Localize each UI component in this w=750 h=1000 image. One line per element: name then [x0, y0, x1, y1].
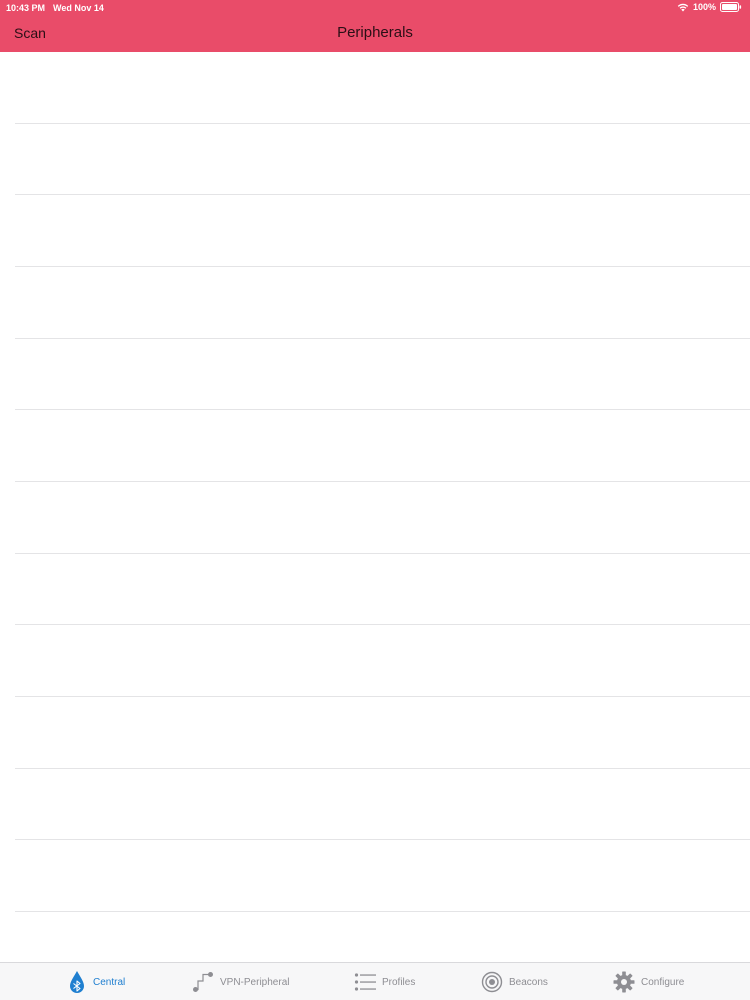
tab-vpn-peripheral[interactable]: VPN-Peripheral [192, 970, 289, 994]
row-separator [15, 911, 750, 912]
navigation-header: 10:43 PM Wed Nov 14 100% Scan Peripheral… [0, 0, 750, 52]
tab-label: Profiles [382, 976, 416, 988]
list-item[interactable] [0, 52, 750, 124]
tab-bar: Central VPN-Peripheral Profiles Beacons … [0, 962, 750, 1000]
peripheral-icon [192, 971, 214, 993]
tab-label: Configure [641, 976, 685, 988]
status-time: 10:43 PM [6, 3, 46, 13]
list-item[interactable] [0, 482, 750, 554]
bluetooth-drop-icon [67, 970, 87, 994]
tab-central[interactable]: Central [67, 970, 125, 994]
list-item[interactable] [0, 697, 750, 769]
gear-icon [613, 971, 635, 993]
status-indicators: 100% [677, 2, 742, 12]
list-icon [354, 972, 376, 992]
peripherals-list[interactable] [0, 52, 750, 962]
tab-profiles[interactable]: Profiles [354, 970, 415, 994]
tab-configure[interactable]: Configure [613, 970, 684, 994]
beacon-icon [481, 971, 503, 993]
list-item[interactable] [0, 553, 750, 625]
page-title: Peripherals [337, 24, 413, 41]
battery-icon [720, 2, 742, 12]
tab-label: VPN-Peripheral [220, 976, 290, 988]
tab-label: Beacons [509, 976, 548, 988]
status-bar: 10:43 PM Wed Nov 14 100% [0, 0, 750, 16]
list-item[interactable] [0, 768, 750, 840]
tab-label: Central [93, 976, 126, 988]
list-item[interactable] [0, 840, 750, 912]
battery-percent: 100% [692, 2, 716, 12]
list-item[interactable] [0, 625, 750, 697]
status-date: Wed Nov 14 [53, 3, 104, 13]
list-item[interactable] [0, 338, 750, 410]
nav-bar: Scan Peripherals [0, 16, 750, 52]
list-item[interactable] [0, 410, 750, 482]
wifi-icon [677, 2, 689, 12]
app-screen: 10:43 PM Wed Nov 14 100% Scan Peripheral… [0, 0, 750, 1000]
list-item[interactable] [0, 195, 750, 267]
list-item[interactable] [0, 267, 750, 339]
list-item[interactable] [0, 123, 750, 195]
tab-beacons[interactable]: Beacons [481, 970, 548, 994]
